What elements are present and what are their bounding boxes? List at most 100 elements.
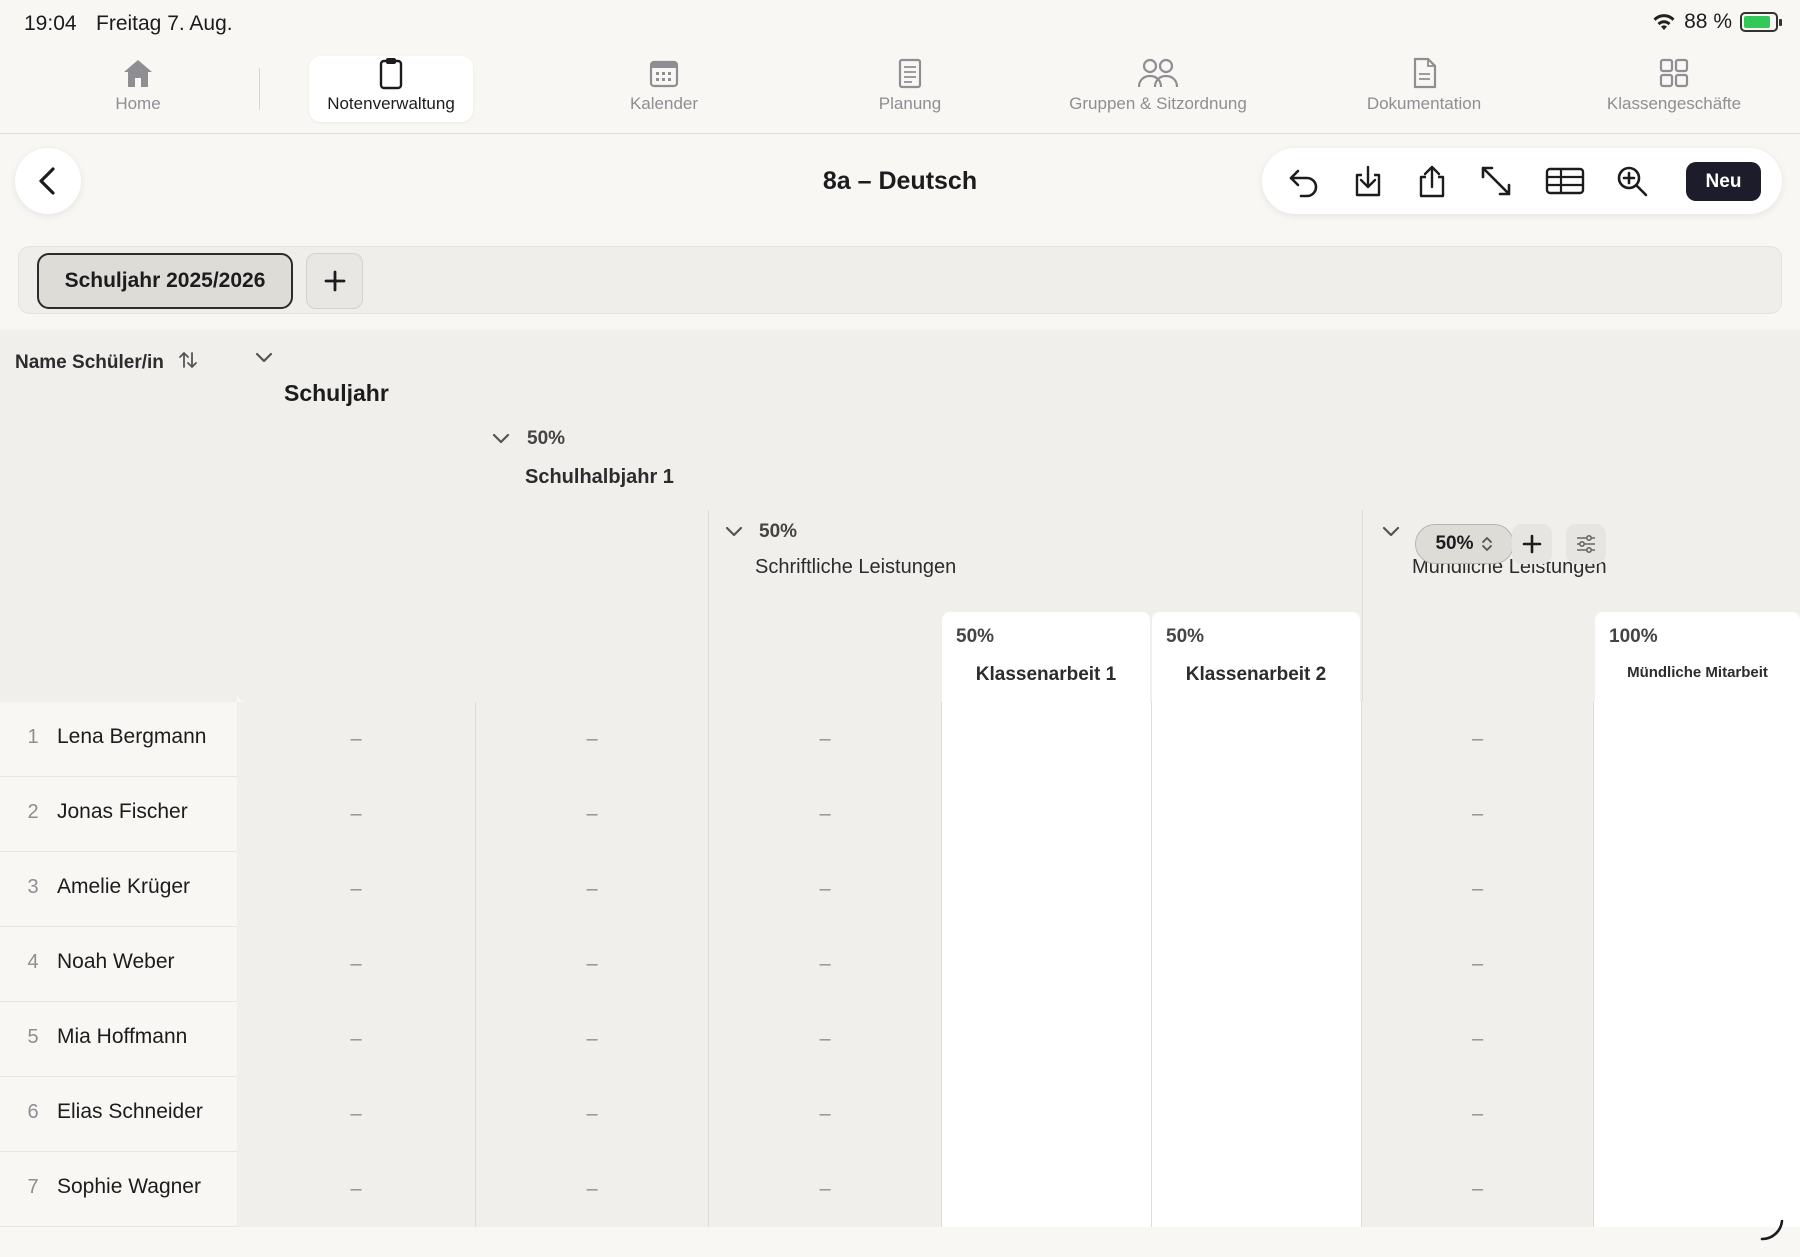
table-view-button[interactable] <box>1544 163 1586 199</box>
grade-cell[interactable]: – <box>237 777 475 852</box>
column-header-exam2[interactable]: 50% Klassenarbeit 2 <box>1152 612 1360 702</box>
grade-cell[interactable]: – <box>237 1002 475 1077</box>
table-row[interactable]: 5 Mia Hoffmann – – – – <box>0 1002 1800 1077</box>
grade-cell[interactable] <box>1152 852 1361 927</box>
table-row[interactable]: 4 Noah Weber – – – – <box>0 927 1800 1002</box>
grade-cell[interactable] <box>942 1152 1151 1227</box>
grade-cell[interactable] <box>1594 1002 1800 1077</box>
grade-cell[interactable] <box>1152 1152 1361 1227</box>
column-header-exam1[interactable]: 50% Klassenarbeit 1 <box>942 612 1150 702</box>
student-name[interactable]: Jonas Fischer <box>57 800 188 824</box>
grade-cell[interactable] <box>942 702 1151 777</box>
undo-button[interactable] <box>1286 163 1322 199</box>
grade-cell[interactable]: – <box>476 852 708 927</box>
chevron-down-icon[interactable] <box>1380 520 1402 542</box>
grade-cell[interactable]: – <box>709 852 941 927</box>
resize-handle-icon[interactable] <box>1758 1215 1786 1243</box>
grade-cell[interactable]: – <box>476 1002 708 1077</box>
grade-cell[interactable]: – <box>1362 777 1593 852</box>
chevron-down-icon[interactable] <box>490 427 512 449</box>
grade-cell[interactable]: – <box>709 1002 941 1077</box>
grade-cell[interactable]: – <box>237 1152 475 1227</box>
grade-cell[interactable]: – <box>237 1077 475 1152</box>
grade-cell[interactable]: – <box>1362 852 1593 927</box>
student-name[interactable]: Sophie Wagner <box>57 1175 201 1199</box>
grade-cell[interactable] <box>942 927 1151 1002</box>
grade-cell[interactable] <box>1594 1077 1800 1152</box>
grade-cell[interactable]: – <box>1362 1077 1593 1152</box>
grade-cell[interactable]: – <box>476 1077 708 1152</box>
grade-cell[interactable] <box>942 1002 1151 1077</box>
grade-cell[interactable]: – <box>709 777 941 852</box>
grade-cell[interactable]: – <box>237 927 475 1002</box>
grade-cell[interactable] <box>1152 1002 1361 1077</box>
oral-weight-stepper[interactable]: 50% <box>1415 524 1514 564</box>
student-name[interactable]: Mia Hoffmann <box>57 1025 187 1049</box>
clipboard-icon <box>379 58 403 90</box>
grade-cell[interactable]: – <box>1362 702 1593 777</box>
grade-cell[interactable] <box>1594 927 1800 1002</box>
tab-label: Kalender <box>629 94 699 113</box>
grade-cell[interactable]: – <box>237 852 475 927</box>
expand-button[interactable] <box>1478 163 1514 199</box>
share-button[interactable] <box>1414 163 1450 199</box>
grade-cell[interactable]: – <box>709 1152 941 1227</box>
grade-cell[interactable] <box>1594 702 1800 777</box>
tab-dokumentation[interactable]: Dokumentation <box>1341 56 1507 122</box>
year-chip[interactable]: Schuljahr 2025/2026 <box>37 253 293 309</box>
grade-cell[interactable] <box>942 1077 1151 1152</box>
row-number: 5 <box>27 1026 39 1048</box>
tab-label: Dokumentation <box>1366 94 1482 113</box>
chevron-down-icon[interactable] <box>253 346 275 368</box>
grade-cell[interactable]: – <box>1362 927 1593 1002</box>
column-settings-button[interactable] <box>1566 524 1606 564</box>
tab-klassengeschaefte[interactable]: Klassengeschäfte <box>1586 56 1762 122</box>
grade-cell[interactable]: – <box>476 927 708 1002</box>
tab-home[interactable]: Home <box>90 56 186 122</box>
tab-gruppen[interactable]: Gruppen & Sitzordnung <box>1060 56 1256 122</box>
year-tabs: Schuljahr 2025/2026 <box>18 246 1782 314</box>
grade-cell[interactable] <box>1152 702 1361 777</box>
grade-cell[interactable]: – <box>709 1077 941 1152</box>
table-row[interactable]: 6 Elias Schneider – – – – <box>0 1077 1800 1152</box>
tab-notenverwaltung[interactable]: Notenverwaltung <box>309 56 473 122</box>
zoom-button[interactable] <box>1614 163 1650 199</box>
grade-cell[interactable]: – <box>1362 1152 1593 1227</box>
add-column-button[interactable] <box>1512 524 1552 564</box>
weight-half: 50% <box>527 428 566 449</box>
student-name[interactable]: Lena Bergmann <box>57 725 206 749</box>
add-year-button[interactable] <box>306 253 363 309</box>
tab-kalender[interactable]: Kalender <box>600 56 728 122</box>
sort-button[interactable] <box>178 350 198 376</box>
grade-cell[interactable]: – <box>709 927 941 1002</box>
grade-cell[interactable] <box>942 777 1151 852</box>
grade-cell[interactable]: – <box>237 702 475 777</box>
grade-cell[interactable] <box>1152 927 1361 1002</box>
grade-cell[interactable] <box>1594 852 1800 927</box>
grade-cell[interactable]: – <box>709 702 941 777</box>
grade-cell[interactable]: – <box>476 1152 708 1227</box>
table-row[interactable]: 2 Jonas Fischer – – – – <box>0 777 1800 852</box>
new-button[interactable]: Neu <box>1686 162 1761 201</box>
sliders-icon <box>1577 534 1595 554</box>
table-row[interactable]: 3 Amelie Krüger – – – – <box>0 852 1800 927</box>
grade-cell[interactable]: – <box>476 777 708 852</box>
tab-planung[interactable]: Planung <box>848 56 972 122</box>
grade-cell[interactable] <box>1152 1077 1361 1152</box>
student-name[interactable]: Amelie Krüger <box>57 875 190 899</box>
download-button[interactable] <box>1350 163 1386 199</box>
grade-cell[interactable] <box>942 852 1151 927</box>
grade-cell[interactable] <box>1152 777 1361 852</box>
student-name[interactable]: Noah Weber <box>57 950 175 974</box>
table-row[interactable]: 7 Sophie Wagner – – – – <box>0 1152 1800 1227</box>
empty-mark: – <box>1471 1178 1484 1200</box>
chevron-down-icon[interactable] <box>723 520 745 542</box>
level-title-year: Schuljahr <box>284 380 389 406</box>
grade-cell[interactable]: – <box>1362 1002 1593 1077</box>
empty-mark: – <box>586 1103 598 1125</box>
grade-cell[interactable] <box>1594 777 1800 852</box>
student-name[interactable]: Elias Schneider <box>57 1100 203 1124</box>
column-header-participation[interactable]: 100% Mündliche Mitarbeit <box>1595 612 1800 702</box>
table-row[interactable]: 1 Lena Bergmann – – – – <box>0 702 1800 777</box>
grade-cell[interactable]: – <box>476 702 708 777</box>
